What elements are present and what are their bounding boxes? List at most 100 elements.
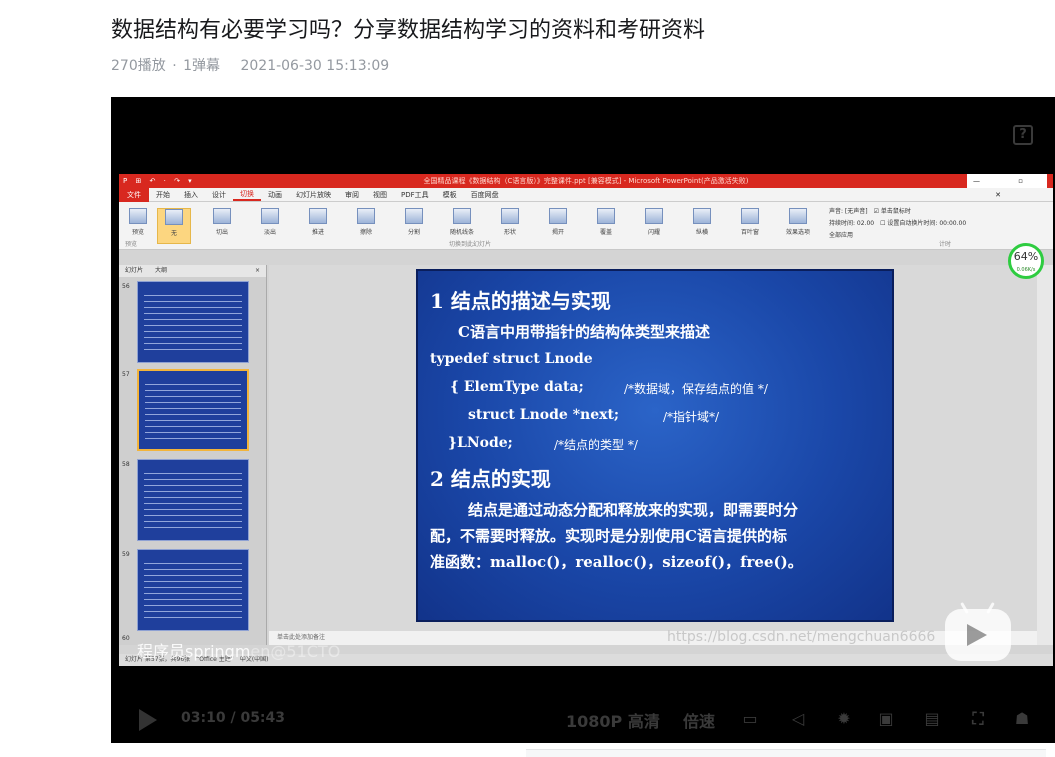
slide-code-2-comment: /*数据域，保存结点的值 */ xyxy=(624,382,768,396)
shape-icon xyxy=(501,208,519,224)
ribbon-wipe: 擦除 xyxy=(349,208,383,244)
ppt-window: P ⊞ ↶ · ↷ ▾ 全国精品课程《数据结构（C语言版）》完整课件.ppt [… xyxy=(119,174,1053,666)
fade-icon xyxy=(261,208,279,224)
slide-heading-1: 1 结点的描述与实现 xyxy=(430,289,611,313)
ppt-tab-baidu: 百度网盘 xyxy=(470,190,499,199)
duration-label: 持续时间: 02.00 xyxy=(829,220,875,227)
ppt-quick-access: P ⊞ ↶ · ↷ ▾ xyxy=(123,177,195,185)
cut-icon xyxy=(213,208,231,224)
push-icon xyxy=(309,208,327,224)
ribbon-group-transition: 切换到此幻灯片 xyxy=(449,241,492,248)
fullscreen-icon[interactable]: ⛶ xyxy=(965,709,991,729)
on-click-label: 单击鼠标时 xyxy=(880,208,911,215)
settings-icon[interactable]: ✹ xyxy=(831,709,857,729)
effect-options-icon xyxy=(789,208,807,224)
preview-icon xyxy=(129,208,147,224)
slide-code-1: typedef struct Lnode xyxy=(430,351,593,367)
slide-editing-area: 1 结点的描述与实现 C语言中用带指针的结构体类型来描述 typedef str… xyxy=(269,265,1037,631)
slide-body-1: 结点是通过动态分配和释放来的实现，即需要时分 xyxy=(468,501,799,519)
thumb-number: 58 xyxy=(122,461,130,468)
ppt-titlebar: P ⊞ ↶ · ↷ ▾ 全国精品课程《数据结构（C语言版）》完整课件.ppt [… xyxy=(119,174,1053,199)
time-current: 03:10 xyxy=(181,710,226,726)
ribbon-none: 无 xyxy=(157,208,191,244)
danmaku-toggle-icon[interactable]: ▭ xyxy=(737,709,763,729)
slide-thumbnail-selected xyxy=(137,369,249,451)
slide-body-2: 配，不需要时释放。实现时是分别使用C语言提供的标 xyxy=(430,527,787,545)
thumb-close-icon: × xyxy=(254,267,260,274)
slide-code-4-comment: /*结点的类型 */ xyxy=(554,438,638,452)
meta-separator: · xyxy=(172,58,177,74)
ppt-menubar: 文件 开始 插入 设计 切换 动画 幻灯片放映 审阅 视图 PDF工具 模板 百… xyxy=(119,187,1053,202)
play-count: 270播放 xyxy=(111,58,166,74)
uncover-icon xyxy=(549,208,567,224)
thumb-tab-outline: 大纲 xyxy=(155,267,168,274)
publish-date: 2021-06-30 15:13:09 xyxy=(240,58,390,74)
ppt-window-title: 全国精品课程《数据结构（C语言版）》完整课件.ppt [兼容模式] - Micr… xyxy=(423,177,749,185)
ppt-tab-pdf: PDF工具 xyxy=(401,190,429,199)
none-icon xyxy=(165,209,183,225)
ppt-vertical-scrollbar xyxy=(1037,265,1053,645)
widescreen-icon[interactable]: ▤ xyxy=(919,709,945,729)
thumb-number: 56 xyxy=(122,283,130,290)
ribbon-checker: 纵横 xyxy=(685,208,719,244)
video-player[interactable]: ? P ⊞ ↶ · ↷ ▾ 全国精品课程《数据结构（C语言版）》完整课件.ppt… xyxy=(111,97,1055,743)
ppt-tab-template: 模板 xyxy=(442,190,457,199)
wipe-icon xyxy=(357,208,375,224)
ribbon-cut: 切出 xyxy=(205,208,239,244)
video-meta: 270播放 · 1弹幕 2021-06-30 15:13:09 xyxy=(111,55,391,75)
random-bars-icon xyxy=(453,208,471,224)
thumbnail-tabs: 幻灯片 大纲 × xyxy=(119,265,266,277)
current-slide: 1 结点的描述与实现 C语言中用带指针的结构体类型来描述 typedef str… xyxy=(416,269,894,622)
ppt-ribbon: 预览 无 切出 淡出 推进 擦除 分割 随机线条 形状 揭开 覆盖 闪耀 纵横 … xyxy=(119,202,1053,250)
uploader-watermark: 程序员springmen@51CTO xyxy=(137,642,341,661)
slide-heading-2: 2 结点的实现 xyxy=(430,467,551,491)
network-speed-badge: 64% 0.06K/s xyxy=(1008,243,1044,279)
ribbon-timing: 声音: [无声音] ☑ 单击鼠标时 持续时间: 02.00 ☐ 设置自动换片时间… xyxy=(829,208,967,239)
pip-icon[interactable]: ▣ xyxy=(873,709,899,729)
ppt-tab-review: 审阅 xyxy=(345,190,359,199)
split-icon xyxy=(405,208,423,224)
ribbon-flash: 闪耀 xyxy=(637,208,671,244)
danmaku-count: 1弹幕 xyxy=(183,58,221,74)
ppt-body: 幻灯片 大纲 × 56 57 58 59 60 1 结点的描述与实现 C语言中用… xyxy=(119,265,1053,645)
slide-code-3: struct Lnode *next; xyxy=(468,407,620,423)
slide-line-1: C语言中用带指针的结构体类型来描述 xyxy=(458,323,710,341)
ppt-tab-home: 开始 xyxy=(156,190,170,199)
ppt-file-tab: 文件 xyxy=(119,187,149,202)
slide-code-4: }LNode; xyxy=(448,435,513,451)
thumb-tab-slides: 幻灯片 xyxy=(125,267,144,274)
cover-icon xyxy=(597,208,615,224)
slide-thumbnail xyxy=(137,459,249,541)
player-controls: 03:10 / 05:43 1080P 高清 倍速 ▭ ◁ ✹ ▣ ▤ ⛶ ☗ xyxy=(111,697,1055,743)
slide-code-2: { ElemType data; xyxy=(450,379,584,395)
ribbon-effect-options: 效果选项 xyxy=(781,208,815,244)
bilibili-tv-icon xyxy=(945,602,1011,661)
ribbon-shape: 形状 xyxy=(493,208,527,244)
ppt-tab-transitions: 切换 xyxy=(233,189,261,201)
ribbon-cover: 覆盖 xyxy=(589,208,623,244)
thumbnail-pane: 幻灯片 大纲 × 56 57 58 59 60 xyxy=(119,265,267,645)
quality-button[interactable]: 1080P 高清 xyxy=(566,708,660,732)
ppt-tab-design: 设计 xyxy=(212,190,226,199)
play-icon[interactable] xyxy=(139,709,157,731)
slide-thumbnail xyxy=(137,549,249,631)
ribbon-blinds: 百叶窗 xyxy=(733,208,767,244)
ppt-tab-slideshow: 幻灯片放映 xyxy=(296,190,331,199)
ribbon-fade: 淡出 xyxy=(253,208,287,244)
speed-button[interactable]: 倍速 xyxy=(683,708,715,732)
checker-icon xyxy=(693,208,711,224)
page-title: 数据结构有必要学习吗？分享数据结构学习的资料和考研资料 xyxy=(111,18,706,43)
slide-thumbnail xyxy=(137,281,249,363)
ppt-tab-view: 视图 xyxy=(373,190,387,199)
bottom-bar xyxy=(526,749,1046,757)
sleep-icon[interactable]: ☗ xyxy=(1009,709,1035,729)
thumb-number: 60 xyxy=(122,635,130,642)
time-separator: / xyxy=(230,710,236,726)
mute-icon[interactable]: ◁ xyxy=(785,709,811,729)
time-total: 05:43 xyxy=(240,710,286,726)
apply-all-label: 全部应用 xyxy=(829,232,854,239)
ribbon-push: 推进 xyxy=(301,208,335,244)
ppt-window-controls: — ▫ ✕ xyxy=(967,174,1047,199)
blinds-icon xyxy=(741,208,759,224)
help-icon[interactable]: ? xyxy=(1013,125,1033,145)
